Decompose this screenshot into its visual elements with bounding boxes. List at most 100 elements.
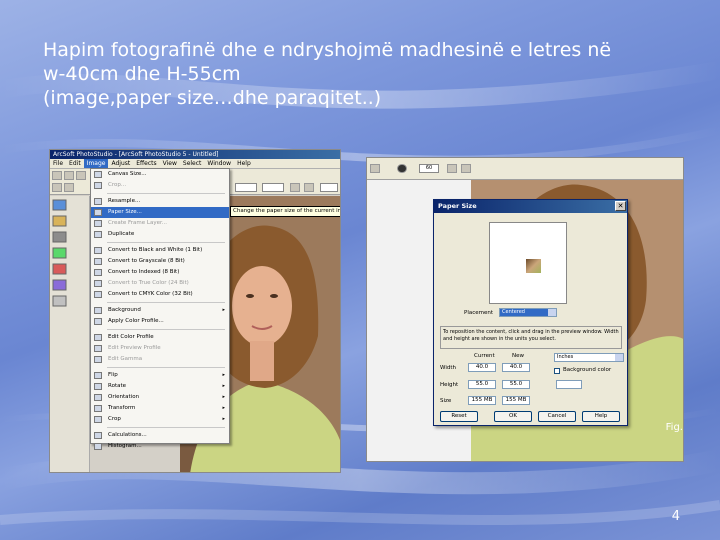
height-label: Height — [440, 382, 459, 388]
background-color-picker[interactable] — [556, 380, 582, 389]
tool-palette-icons — [52, 199, 67, 307]
toolbar-save-icon[interactable] — [76, 171, 86, 180]
menu-item[interactable]: Convert to Indexed (8 Bit) — [91, 267, 229, 278]
toolbar-open-icon[interactable] — [64, 171, 74, 180]
menu-item-icon — [94, 416, 102, 423]
menu-item-label: Convert to Grayscale (8 Bit) — [108, 258, 185, 264]
toolbar-option2-icon[interactable] — [461, 164, 471, 173]
menu-item[interactable]: Crop ▸ — [91, 414, 229, 425]
menu-item-icon — [94, 432, 102, 439]
title-line-1: Hapim fotografinë dhe e ndryshojmë madhe… — [43, 39, 612, 61]
menu-item-label: Convert to CMYK Color (32 Bit) — [108, 291, 193, 297]
menu-item-label: Background — [108, 307, 141, 313]
menubar-item-image[interactable]: Image — [83, 159, 109, 168]
toolbar-field-3[interactable] — [320, 183, 338, 192]
menu-item-label: Crop — [108, 416, 121, 422]
toolbar-hand-icon[interactable] — [304, 183, 314, 192]
width-current-field: 40.0 — [468, 363, 496, 372]
new-column-label: New — [512, 353, 524, 359]
menu-item-label: Apply Color Profile... — [108, 318, 164, 324]
toolbar-field[interactable] — [235, 183, 257, 192]
menu-item[interactable]: Edit Color Profile — [91, 332, 229, 343]
menubar-item-file[interactable]: File — [50, 159, 66, 168]
menu-item[interactable]: Transform ▸ — [91, 403, 229, 414]
placement-value: Centered — [502, 309, 525, 315]
menu-item-icon — [94, 182, 102, 189]
menu-item-icon — [94, 334, 102, 341]
app-toolbar-2: 60 — [367, 158, 683, 180]
toolbar-option-icon[interactable] — [447, 164, 457, 173]
toolbar-select-icon[interactable] — [52, 183, 62, 192]
width-label: Width — [440, 365, 456, 371]
menu-item[interactable]: Convert to CMYK Color (32 Bit) — [91, 289, 229, 300]
menu-item[interactable]: Histogram... — [91, 441, 229, 452]
paper-size-dialog: Paper Size ✕ Placement Centered To repos… — [433, 199, 628, 426]
image-thumbnail[interactable] — [526, 259, 541, 273]
menu-item[interactable]: Flip ▸ — [91, 370, 229, 381]
placement-label: Placement — [464, 310, 494, 316]
menu-item[interactable]: Resample... — [91, 196, 229, 207]
menu-item-label: Edit Preview Profile — [108, 345, 161, 351]
menu-item-icon — [94, 356, 102, 363]
toolbar-crop-icon[interactable] — [64, 183, 74, 192]
menu-item-label: Convert to Indexed (8 Bit) — [108, 269, 180, 275]
toolbar-arrow-icon[interactable] — [370, 164, 380, 173]
menubar-item-window[interactable]: Window — [204, 159, 234, 168]
menu-item-label: Crop... — [108, 182, 127, 188]
menu-item[interactable]: Calculations... — [91, 430, 229, 441]
menu-item[interactable]: Orientation ▸ — [91, 392, 229, 403]
menu-item-icon — [94, 231, 102, 238]
dialog-close-icon[interactable]: ✕ — [615, 201, 626, 211]
paper-preview[interactable] — [489, 222, 567, 304]
menubar-item-effects[interactable]: Effects — [133, 159, 159, 168]
width-new-field[interactable]: 40.0 — [502, 363, 530, 372]
menu-item[interactable]: Background ▸ — [91, 305, 229, 316]
placement-select[interactable]: Centered — [499, 308, 557, 317]
menu-item-icon — [94, 171, 102, 178]
menu-item-icon — [94, 372, 102, 379]
background-label: Background color — [563, 367, 612, 373]
background-checkbox[interactable] — [554, 368, 560, 374]
cancel-button[interactable]: Cancel — [538, 411, 576, 422]
menubar-item-select[interactable]: Select — [180, 159, 205, 168]
menu-item: Convert to True Color (24 Bit) — [91, 278, 229, 289]
menu-item[interactable]: Paper Size... — [91, 207, 229, 218]
help-button[interactable]: Help — [582, 411, 620, 422]
menu-item[interactable]: Convert to Grayscale (8 Bit) — [91, 256, 229, 267]
menu-item[interactable]: Duplicate — [91, 229, 229, 240]
unit-select[interactable]: Inches — [554, 353, 624, 362]
toolbar-field-2[interactable] — [262, 183, 284, 192]
menubar-item-edit[interactable]: Edit — [66, 159, 84, 168]
toolbar-brush-icon[interactable] — [397, 164, 407, 173]
toolbar-size-field[interactable]: 60 — [419, 164, 439, 173]
chevron-down-icon — [548, 309, 556, 316]
title-line-3: (image,paper size…dhe paraqitet..) — [43, 87, 382, 109]
menu-item[interactable]: Rotate ▸ — [91, 381, 229, 392]
dialog-title: Paper Size — [438, 202, 477, 210]
menu-item-icon — [94, 307, 102, 314]
dialog-titlebar: Paper Size ✕ — [434, 200, 627, 213]
menu-item-label: Convert to True Color (24 Bit) — [108, 280, 189, 286]
menubar-item-adjust[interactable]: Adjust — [108, 159, 133, 168]
height-new-field[interactable]: 55.0 — [502, 380, 530, 389]
reset-button[interactable]: Reset — [440, 411, 478, 422]
title-line-2: w-40cm dhe H-55cm — [43, 63, 241, 85]
menu-item-label: Canvas Size... — [108, 171, 147, 177]
menu-item[interactable]: Convert to Black and White (1 Bit) — [91, 245, 229, 256]
unit-value: Inches — [557, 354, 574, 360]
menu-item[interactable]: Apply Color Profile... — [91, 316, 229, 327]
menu-item[interactable]: Canvas Size... — [91, 169, 229, 180]
menu-item-label: Histogram... — [108, 443, 142, 449]
screenshot-image-menu: ArcSoft PhotoStudio - [ArcSoft PhotoStud… — [49, 149, 341, 473]
menubar-item-view[interactable]: View — [160, 159, 180, 168]
ok-button[interactable]: OK — [494, 411, 532, 422]
toolbar-zoom-icon[interactable] — [290, 183, 300, 192]
menu-item-icon — [94, 220, 102, 227]
menu-item-label: Edit Color Profile — [108, 334, 154, 340]
menu-item-label: Convert to Black and White (1 Bit) — [108, 247, 203, 253]
image-menu-dropdown: Canvas Size... Crop... Resample... Paper Si… — [90, 168, 230, 450]
menu-item-label: Paper Size... — [108, 209, 142, 215]
toolbar-new-icon[interactable] — [52, 171, 62, 180]
menubar-item-help[interactable]: Help — [234, 159, 254, 168]
menu-item-icon — [94, 443, 102, 450]
